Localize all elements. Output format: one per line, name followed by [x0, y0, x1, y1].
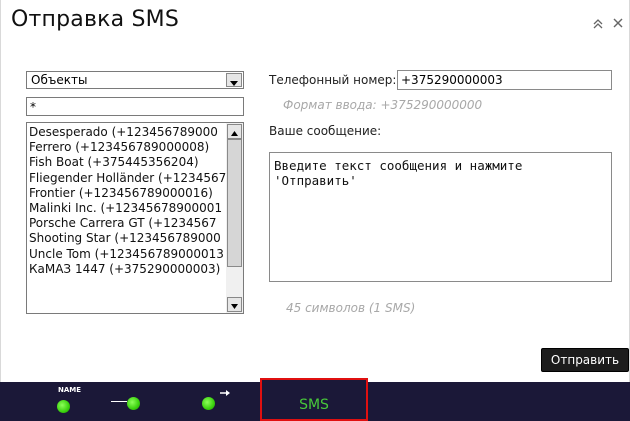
list-item[interactable]: КаМАЗ 1447 (+375290000003): [29, 262, 227, 277]
list-item[interactable]: Shooting Star (+123456789000: [29, 231, 227, 246]
list-item[interactable]: Frontier (+123456789000016): [29, 186, 227, 201]
dropdown-arrow-icon[interactable]: [226, 73, 242, 87]
name-tag-label: NAME: [58, 386, 82, 394]
object-type-select-value: Объекты: [31, 73, 88, 87]
list-item[interactable]: Ferrero (+123456789000008): [29, 140, 227, 155]
scroll-up-button[interactable]: [227, 124, 242, 139]
message-textarea[interactable]: Введите текст сообщения и нажмите 'Отпра…: [269, 152, 612, 282]
list-item[interactable]: Porsche Carrera GT (+1234567: [29, 216, 227, 231]
list-item[interactable]: Malinki Inc. (+12345678900001: [29, 201, 227, 216]
list-item[interactable]: Fish Boat (+375445356204): [29, 155, 227, 170]
double-chevron-up-icon[interactable]: [591, 17, 605, 31]
object-filter-input[interactable]: [26, 97, 244, 116]
list-item[interactable]: Fliegender Holländer (+1234567: [29, 171, 227, 186]
send-status-dot-icon[interactable]: [202, 397, 215, 410]
list-item[interactable]: Uncle Tom (+123456789000013: [29, 247, 227, 262]
object-type-select[interactable]: Объекты: [26, 71, 244, 89]
object-list-scrollbar[interactable]: [226, 123, 243, 313]
status-dot-icon[interactable]: [127, 397, 140, 410]
phone-number-label: Телефонный номер:: [269, 73, 397, 87]
scrollbar-thumb[interactable]: [227, 139, 242, 267]
object-list[interactable]: Desesperado (+123456789000 Ferrero (+123…: [26, 122, 244, 314]
send-button[interactable]: Отправить: [541, 348, 629, 372]
underline-icon: [111, 401, 127, 402]
arrow-right-icon: [220, 390, 230, 396]
tab-sms-label: SMS: [299, 397, 329, 413]
phone-format-hint: Формат ввода: +375290000000: [283, 98, 483, 112]
close-icon[interactable]: [611, 16, 625, 30]
name-status-dot-icon[interactable]: [57, 400, 70, 413]
dialog-title: Отправка SMS: [11, 7, 180, 32]
sms-dialog: Отправка SMS Объекты Desesperado (+12345…: [0, 0, 630, 382]
object-list-items: Desesperado (+123456789000 Ferrero (+123…: [29, 125, 227, 277]
message-label: Ваше сообщение:: [269, 124, 382, 138]
phone-number-input[interactable]: [397, 70, 612, 90]
scroll-down-button[interactable]: [227, 297, 242, 312]
char-count: 45 символов (1 SMS): [286, 301, 416, 315]
list-item[interactable]: Desesperado (+123456789000: [29, 125, 227, 140]
tab-sms[interactable]: SMS: [260, 378, 368, 421]
